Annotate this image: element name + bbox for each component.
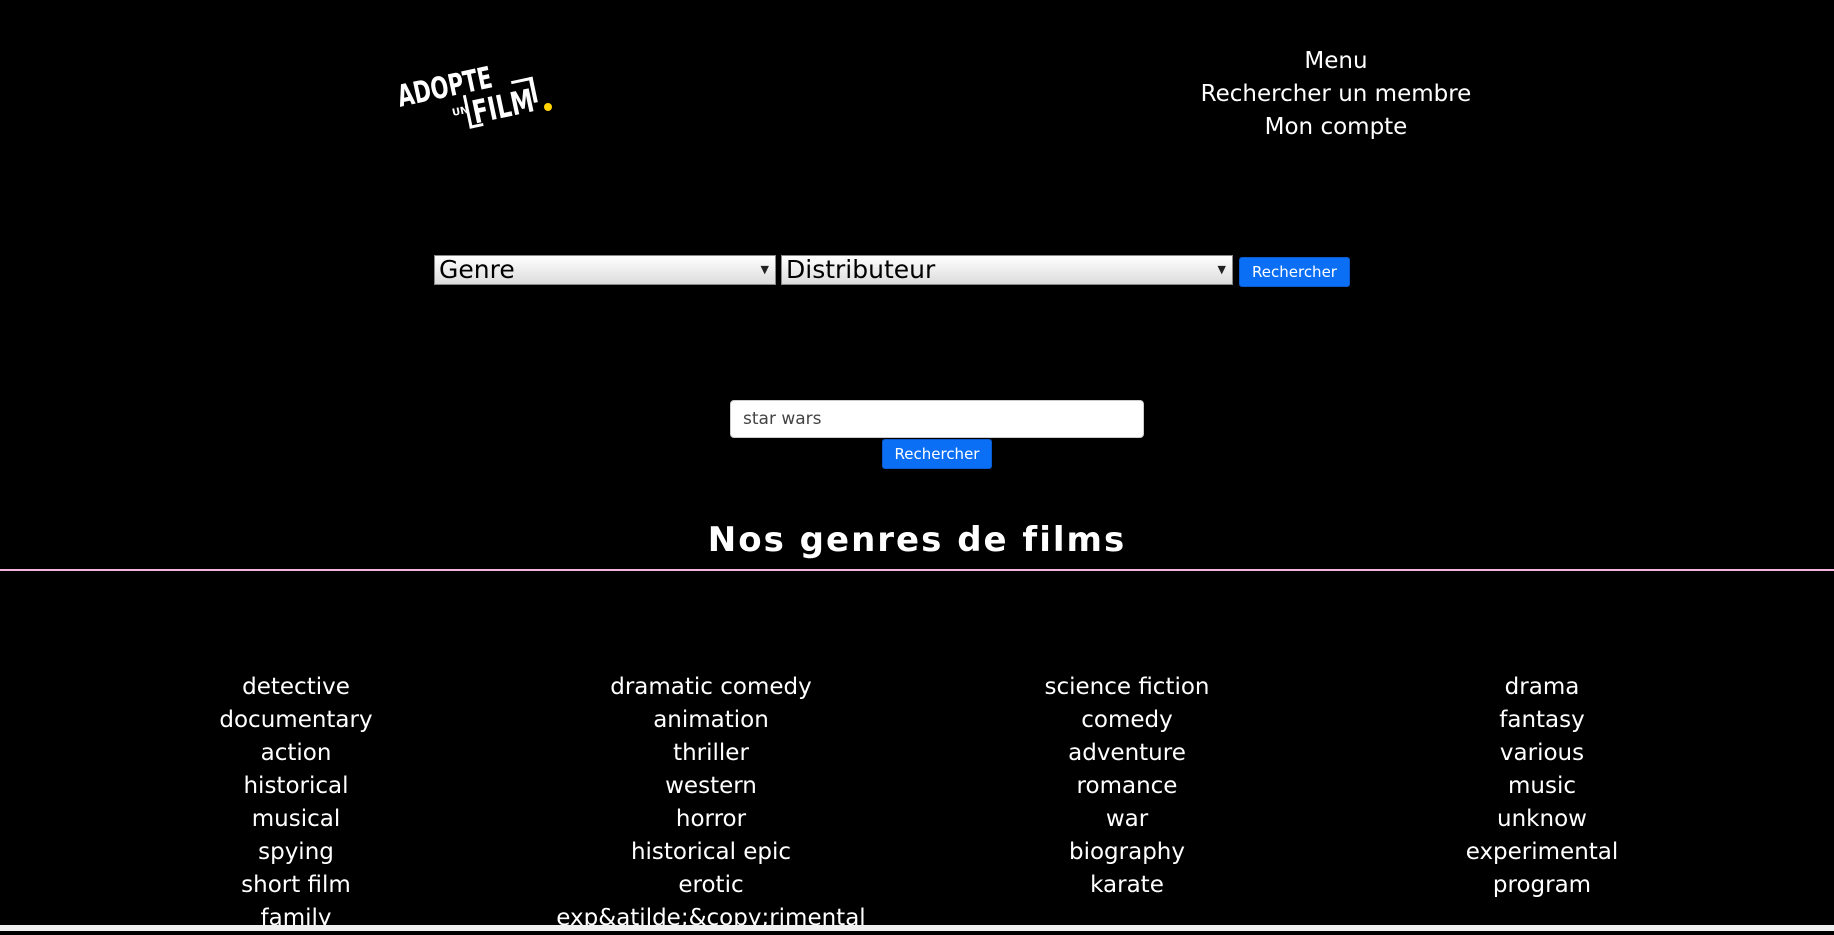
genre-link[interactable]: historical	[88, 770, 504, 803]
genre-link[interactable]: program	[1334, 869, 1750, 902]
menu-link[interactable]: Menu	[1180, 45, 1492, 78]
genre-link[interactable]: dramatic comedy	[503, 671, 919, 704]
genre-column-4: drama fantasy various music unknow exper…	[1334, 671, 1750, 902]
horizontal-scrollbar[interactable]	[0, 925, 1834, 931]
section-divider	[0, 569, 1834, 571]
genre-column-1: detective documentary action historical …	[88, 671, 504, 935]
genre-link[interactable]: experimental	[1334, 836, 1750, 869]
genre-link[interactable]: biography	[919, 836, 1335, 869]
my-account-link[interactable]: Mon compte	[1180, 111, 1492, 144]
genre-link[interactable]: documentary	[88, 704, 504, 737]
genre-link[interactable]: adventure	[919, 737, 1335, 770]
genre-link[interactable]: short film	[88, 869, 504, 902]
distributor-select-value: Distributeur	[786, 255, 936, 284]
dropdown-arrow-icon: ▼	[760, 263, 769, 276]
genre-link[interactable]: detective	[88, 671, 504, 704]
genre-select[interactable]: Genre ▼	[434, 255, 776, 285]
genre-link[interactable]: various	[1334, 737, 1750, 770]
genre-column-3: science fiction comedy adventure romance…	[919, 671, 1335, 902]
search-member-link[interactable]: Rechercher un membre	[1180, 78, 1492, 111]
genre-link[interactable]: musical	[88, 803, 504, 836]
genre-link[interactable]: science fiction	[919, 671, 1335, 704]
genres-title: Nos genres de films	[707, 520, 1127, 560]
film-search-button[interactable]: Rechercher	[882, 439, 992, 469]
logo-graphic: ADOPTE UN FILM	[394, 61, 552, 131]
genre-link[interactable]: drama	[1334, 671, 1750, 704]
genre-link[interactable]: fantasy	[1334, 704, 1750, 737]
genre-link[interactable]: war	[919, 803, 1335, 836]
genre-link[interactable]: spying	[88, 836, 504, 869]
genre-column-2: dramatic comedy animation thriller weste…	[503, 671, 919, 935]
genre-link[interactable]: romance	[919, 770, 1335, 803]
genre-link[interactable]: action	[88, 737, 504, 770]
genre-link[interactable]: karate	[919, 869, 1335, 902]
genre-link[interactable]: comedy	[919, 704, 1335, 737]
genre-link[interactable]: horror	[503, 803, 919, 836]
genre-link[interactable]: western	[503, 770, 919, 803]
top-menu: Menu Rechercher un membre Mon compte	[1180, 45, 1492, 144]
filter-search-button[interactable]: Rechercher	[1239, 257, 1350, 287]
distributor-select[interactable]: Distributeur ▼	[781, 255, 1233, 285]
genre-link[interactable]: thriller	[503, 737, 919, 770]
genre-link[interactable]: unknow	[1334, 803, 1750, 836]
genre-link[interactable]: music	[1334, 770, 1750, 803]
genre-link[interactable]: historical epic	[503, 836, 919, 869]
film-search-input[interactable]: star wars	[730, 400, 1144, 438]
genre-link[interactable]: animation	[503, 704, 919, 737]
site-logo[interactable]: ADOPTE UN FILM	[394, 45, 555, 145]
dropdown-arrow-icon: ▼	[1217, 263, 1226, 276]
genre-link[interactable]: erotic	[503, 869, 919, 902]
search-input-value: star wars	[743, 409, 822, 429]
genre-select-value: Genre	[439, 255, 515, 284]
